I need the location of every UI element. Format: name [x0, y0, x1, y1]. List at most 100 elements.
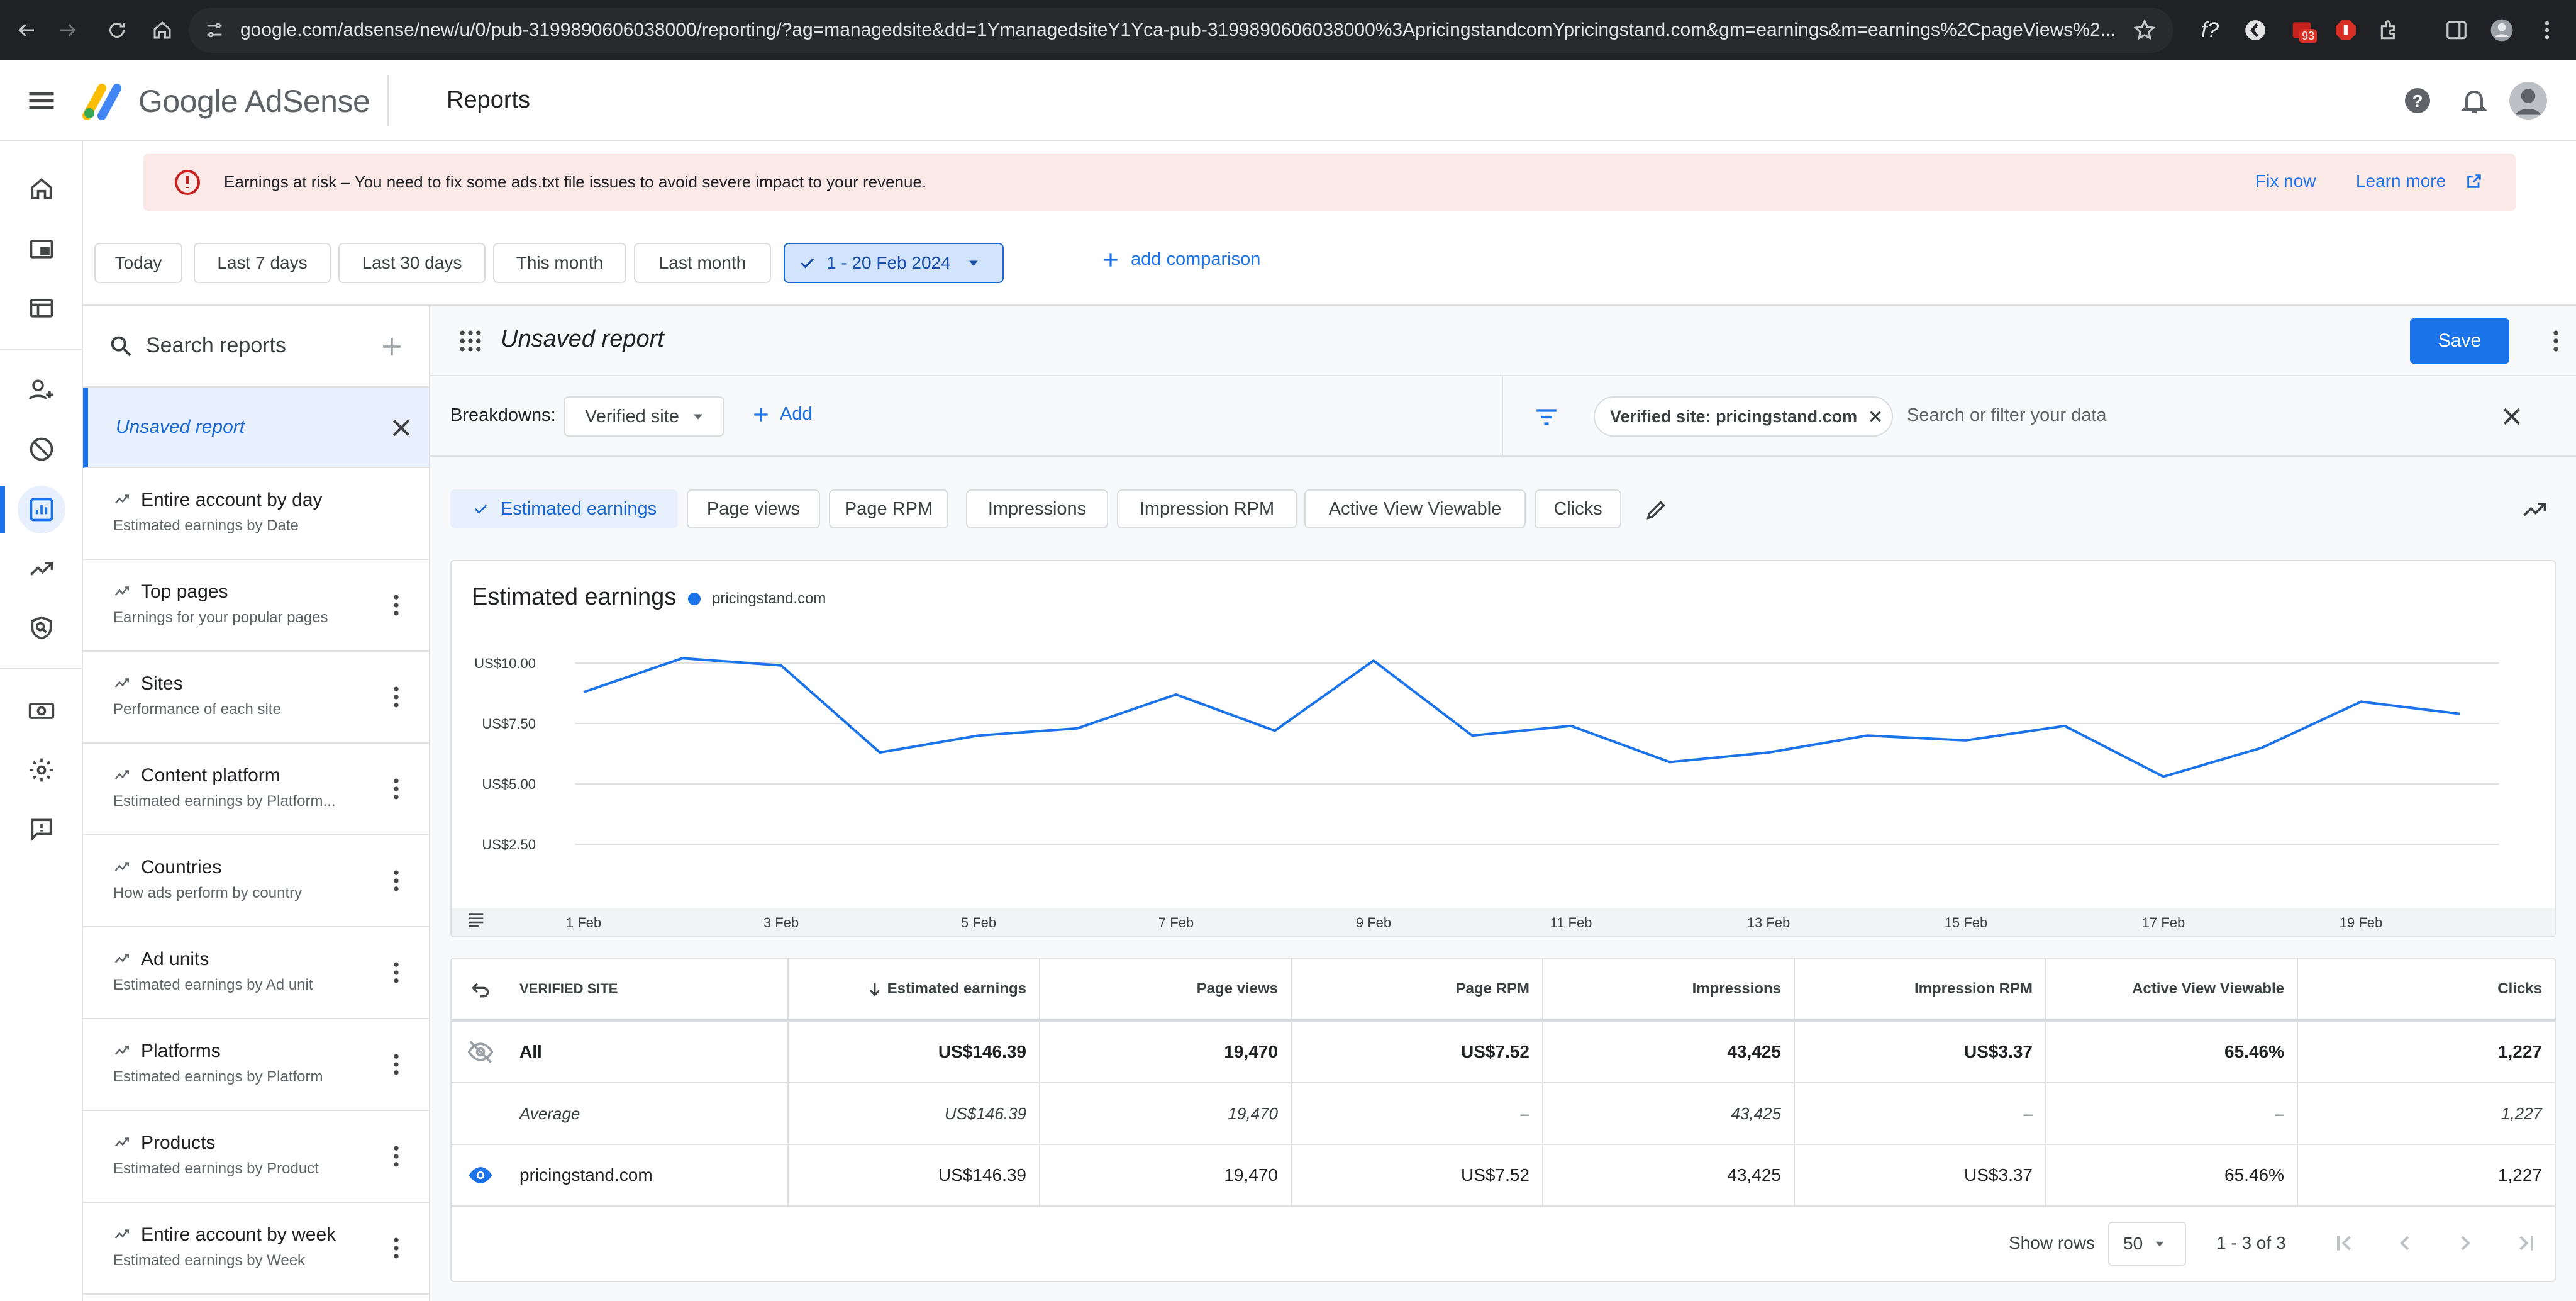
more-options-icon[interactable]	[382, 775, 410, 803]
breakdown-dropdown[interactable]: Verified site	[564, 396, 724, 437]
feedback-nav-icon[interactable]	[18, 805, 65, 853]
date-chip-last-month[interactable]: Last month	[634, 243, 771, 283]
notifications-bell-icon[interactable]	[2459, 86, 2489, 116]
home-icon[interactable]	[143, 11, 181, 49]
profile-avatar-icon[interactable]	[2483, 11, 2521, 49]
report-title[interactable]: Unsaved report	[501, 326, 664, 353]
site-info-icon[interactable]	[204, 20, 225, 41]
search-reports-input[interactable]: Search reports	[146, 333, 286, 358]
column-header-page-views[interactable]: Page views	[1040, 959, 1291, 1019]
address-bar[interactable]: google.com/adsense/new/u/0/pub-319989060…	[189, 8, 2174, 53]
column-header-impression-rpm[interactable]: Impression RPM	[1795, 959, 2045, 1019]
calendar-extension-icon[interactable]: 93	[2283, 11, 2321, 49]
fix-now-link[interactable]: Fix now	[2255, 171, 2316, 191]
hamburger-menu-icon[interactable]	[23, 84, 60, 117]
remove-filter-icon[interactable]	[1866, 407, 1885, 426]
series-line-pricingstand[interactable]	[583, 657, 2460, 778]
column-header-active-view-viewable[interactable]: Active View Viewable	[2046, 959, 2297, 1019]
learn-more-link[interactable]: Learn more	[2356, 171, 2446, 191]
metric-chip-page-rpm[interactable]: Page RPM	[829, 489, 948, 528]
report-item-ad-units[interactable]: Ad units Estimated earnings by Ad unit	[83, 927, 429, 1019]
adsense-logo-icon[interactable]	[82, 81, 127, 121]
more-options-icon[interactable]	[382, 591, 410, 619]
metric-chip-active-view-viewable[interactable]: Active View Viewable	[1304, 489, 1526, 528]
filter-chip-verified-site[interactable]: Verified site: pricingstand.com	[1594, 396, 1893, 437]
report-item-entire-account-by-week[interactable]: Entire account by week Estimated earning…	[83, 1203, 429, 1295]
browser-menu-icon[interactable]	[2528, 11, 2566, 49]
date-chip-this-month[interactable]: This month	[493, 243, 626, 283]
report-item-top-pages[interactable]: Top pages Earnings for your popular page…	[83, 560, 429, 652]
brand-safety-nav-icon[interactable]	[18, 604, 65, 652]
last-page-icon[interactable]	[2513, 1231, 2538, 1256]
chart-type-toggle-icon[interactable]	[2521, 496, 2548, 523]
report-item-sites[interactable]: Sites Performance of each site	[83, 652, 429, 744]
reset-sort-icon[interactable]	[468, 976, 493, 1002]
column-header-estimated-earnings[interactable]: Estimated earnings	[789, 959, 1039, 1019]
report-more-options-icon[interactable]	[2542, 327, 2570, 355]
line-chart[interactable]: US$10.00 US$7.50 US$5.00 US$2.50 1 Feb 3 Feb 5…	[452, 561, 2555, 936]
search-reports-bar[interactable]: Search reports	[83, 306, 429, 388]
account-avatar[interactable]	[2509, 82, 2547, 120]
add-breakdown-button[interactable]: Add	[751, 404, 813, 425]
column-header-page-rpm[interactable]: Page RPM	[1292, 959, 1542, 1019]
ads-nav-icon[interactable]	[18, 225, 65, 273]
settings-nav-icon[interactable]	[18, 746, 65, 794]
side-panel-icon[interactable]	[2438, 11, 2475, 49]
more-options-icon[interactable]	[382, 867, 410, 895]
shield-extension-icon[interactable]	[2236, 11, 2274, 49]
current-report-item[interactable]: Unsaved report	[83, 388, 429, 468]
date-chip-today[interactable]: Today	[94, 243, 182, 283]
add-comparison-button[interactable]: add comparison	[1101, 249, 1260, 270]
column-header-impressions[interactable]: Impressions	[1543, 959, 1794, 1019]
column-header-clicks[interactable]: Clicks	[2298, 959, 2555, 1019]
bookmark-star-icon[interactable]	[2126, 11, 2163, 49]
rows-per-page-select[interactable]: 50	[2108, 1222, 2186, 1266]
new-report-plus-icon[interactable]	[379, 333, 405, 360]
home-nav-icon[interactable]	[18, 165, 65, 213]
puzzle-extensions-icon[interactable]	[2371, 11, 2409, 49]
close-report-icon[interactable]	[389, 415, 414, 440]
first-page-icon[interactable]	[2332, 1231, 2357, 1256]
filter-icon[interactable]	[1533, 404, 1560, 430]
stop-extension-icon[interactable]	[2327, 11, 2365, 49]
clear-filters-icon[interactable]	[2499, 404, 2524, 429]
report-item-products[interactable]: Products Estimated earnings by Product	[83, 1111, 429, 1203]
sites-nav-icon[interactable]	[18, 284, 65, 332]
date-chip-last-7-days[interactable]: Last 7 days	[194, 243, 331, 283]
metric-chip-impression-rpm[interactable]: Impression RPM	[1117, 489, 1297, 528]
privacy-messaging-nav-icon[interactable]	[18, 366, 65, 414]
forward-icon[interactable]	[49, 11, 87, 49]
report-item-content-platform[interactable]: Content platform Estimated earnings by P…	[83, 744, 429, 835]
show-row-eye-icon[interactable]	[467, 1161, 494, 1189]
payments-nav-icon[interactable]	[18, 687, 65, 735]
formula-extension-icon[interactable]: f?	[2191, 11, 2229, 49]
metric-chip-estimated-earnings[interactable]: Estimated earnings	[450, 489, 678, 528]
more-options-icon[interactable]	[382, 1234, 410, 1262]
date-chip-last-30-days[interactable]: Last 30 days	[338, 243, 486, 283]
back-icon[interactable]	[8, 11, 45, 49]
more-options-icon[interactable]	[382, 683, 410, 711]
metric-chip-clicks[interactable]: Clicks	[1535, 489, 1621, 528]
more-options-icon[interactable]	[382, 1142, 410, 1170]
report-item-entire-account-by-day[interactable]: Entire account by day Estimated earnings…	[83, 468, 429, 560]
report-item-platforms[interactable]: Platforms Estimated earnings by Platform	[83, 1019, 429, 1111]
reports-nav-icon[interactable]	[18, 486, 65, 533]
save-button[interactable]: Save	[2410, 318, 2509, 364]
column-header-verified-site[interactable]: VERIFIED SITE	[519, 959, 784, 1019]
report-item-countries[interactable]: Countries How ads perform by country	[83, 835, 429, 927]
metric-chip-page-views[interactable]: Page views	[687, 489, 820, 528]
previous-page-icon[interactable]	[2392, 1231, 2418, 1256]
more-options-icon[interactable]	[382, 1051, 410, 1078]
reload-icon[interactable]	[98, 11, 136, 49]
optimization-nav-icon[interactable]	[18, 545, 65, 593]
more-options-icon[interactable]	[382, 959, 410, 986]
date-range-selector[interactable]: 1 - 20 Feb 2024	[784, 243, 1004, 283]
next-page-icon[interactable]	[2453, 1231, 2478, 1256]
edit-metrics-pencil-icon[interactable]	[1644, 497, 1669, 522]
apps-grid-icon[interactable]	[457, 327, 484, 355]
metric-chip-impressions[interactable]: Impressions	[966, 489, 1108, 528]
blocking-controls-nav-icon[interactable]	[18, 425, 65, 473]
chart-table-toggle-icon[interactable]	[467, 910, 486, 929]
help-icon[interactable]: ?	[2402, 86, 2433, 116]
filter-search-input[interactable]: Search or filter your data	[1907, 405, 2107, 426]
